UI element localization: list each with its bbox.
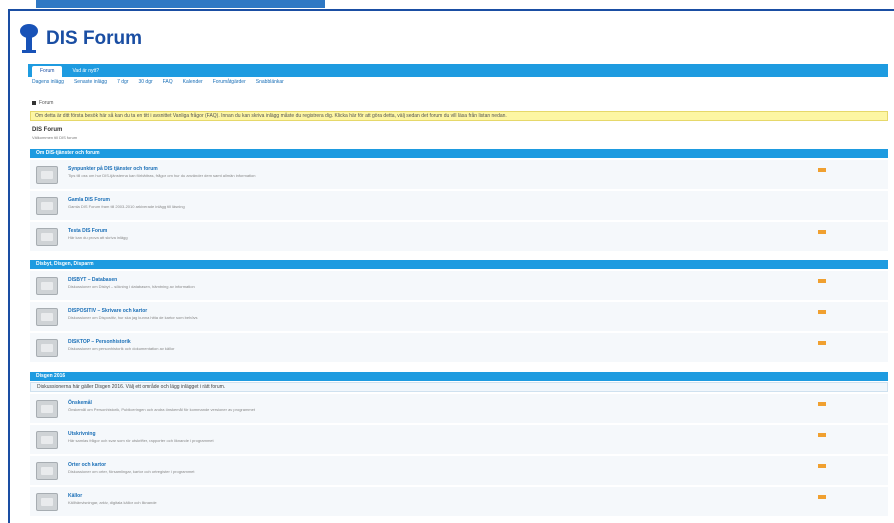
forum-row-title[interactable]: Gamla DIS Forum xyxy=(68,197,110,203)
rss-icon[interactable] xyxy=(818,279,826,283)
top-blue-tab xyxy=(36,0,325,8)
forum-row-description: Diskussioner om Dispositiv, hur ska jag … xyxy=(68,315,198,320)
welcome-notice: Om detta är ditt första besök här så kan… xyxy=(30,111,888,121)
rss-icon[interactable] xyxy=(818,310,826,314)
forum-status-icon xyxy=(36,431,58,449)
forum-row[interactable]: Utskrivning Här samlas frågor och svar s… xyxy=(30,425,888,455)
forum-row-title[interactable]: Källor xyxy=(68,493,82,499)
forum-row-description: Källhänvisningar, arkiv, digitala källor… xyxy=(68,500,157,505)
forum-row-title[interactable]: Testa DIS Forum xyxy=(68,228,107,234)
forum-status-icon xyxy=(36,339,58,357)
forum-status-icon xyxy=(36,493,58,511)
rss-icon[interactable] xyxy=(818,230,826,234)
subnav-link-quick-links[interactable]: Snabblänkar xyxy=(256,79,284,85)
rss-icon[interactable] xyxy=(818,495,826,499)
forum-status-icon xyxy=(36,228,58,246)
category-note: Diskussionerna här gäller Disgen 2016. V… xyxy=(30,382,888,392)
category-header[interactable]: Om DIS-tjänster och forum xyxy=(30,149,888,158)
forum-row-title[interactable]: Önskemål xyxy=(68,400,92,406)
subnav-link-calendar[interactable]: Kalender xyxy=(183,79,203,85)
forum-row[interactable]: Testa DIS Forum Här kan du prova att skr… xyxy=(30,222,888,252)
forum-row-description: Tips till oss om hur DIS-tjänsterna kan … xyxy=(68,173,256,178)
subnav-link-latest-posts[interactable]: Senaste inlägg xyxy=(74,79,107,85)
forum-row-title[interactable]: Orter och kartor xyxy=(68,462,106,468)
forum-row[interactable]: DISKTOP – Personhistorik Diskussioner om… xyxy=(30,333,888,363)
forum-row[interactable]: Gamla DIS Forum Gamla DIS Forum fram til… xyxy=(30,191,888,221)
forum-row-description: Gamla DIS Forum fram till 2003-2010 arki… xyxy=(68,204,185,209)
forum-title: DIS Forum xyxy=(32,127,63,133)
forum-row-description: Önskemål om Personhistorik, Publiceringe… xyxy=(68,407,255,412)
rss-icon[interactable] xyxy=(818,433,826,437)
breadcrumb-home[interactable]: Forum xyxy=(39,100,53,106)
tab-whats-new[interactable]: Vad är nytt? xyxy=(64,66,107,77)
forum-status-icon xyxy=(36,400,58,418)
forum-subtitle: Välkommen till DIS forum xyxy=(32,135,78,140)
forum-row-title[interactable]: Synpunkter på DIS tjänster och forum xyxy=(68,166,158,172)
forum-status-icon xyxy=(36,197,58,215)
forum-row-description: Diskussioner om personhistorik och dokum… xyxy=(68,346,175,351)
forum-row-description: Här kan du prova att skriva inlägg xyxy=(68,235,128,240)
rss-icon[interactable] xyxy=(818,341,826,345)
forum-status-icon xyxy=(36,308,58,326)
site-title[interactable]: DIS Forum xyxy=(46,28,142,50)
home-icon[interactable] xyxy=(32,101,36,105)
forum-row[interactable]: Synpunkter på DIS tjänster och forum Tip… xyxy=(30,160,888,190)
rss-icon[interactable] xyxy=(818,168,826,172)
forum-row-description: Diskussioner om orter, församlingar, kar… xyxy=(68,469,195,474)
category-header[interactable]: Disbyt, Disgen, Disparm xyxy=(30,260,888,269)
breadcrumb: Forum xyxy=(32,100,53,106)
subnav-link-30-days[interactable]: 30 dgr xyxy=(138,79,152,85)
forum-status-icon xyxy=(36,277,58,295)
tab-forum[interactable]: Forum xyxy=(32,66,63,77)
forum-row-title[interactable]: DISKTOP – Personhistorik xyxy=(68,339,131,345)
tree-logo-icon[interactable] xyxy=(18,24,40,54)
forum-status-icon xyxy=(36,462,58,480)
sub-navbar: Dagens inlägg Senaste inlägg 7 dgr 30 dg… xyxy=(32,79,284,85)
rss-icon[interactable] xyxy=(818,402,826,406)
subnav-link-forum-actions[interactable]: Forumåtgärder xyxy=(213,79,246,85)
forum-row-description: Här samlas frågor och svar som rör utskr… xyxy=(68,438,214,443)
forum-status-icon xyxy=(36,166,58,184)
category-header[interactable]: Disgen 2016 xyxy=(30,372,888,381)
forum-row[interactable]: DISPOSITIV – Skrivare och kartor Diskuss… xyxy=(30,302,888,332)
site-header: DIS Forum xyxy=(18,22,142,56)
forum-row[interactable]: Önskemål Önskemål om Personhistorik, Pub… xyxy=(30,394,888,424)
forum-row[interactable]: DISBYT – Databasen Diskussioner om Disby… xyxy=(30,271,888,301)
forum-row-title[interactable]: Utskrivning xyxy=(68,431,96,437)
forum-row[interactable]: Orter och kartor Diskussioner om orter, … xyxy=(30,456,888,486)
subnav-link-faq[interactable]: FAQ xyxy=(163,79,173,85)
subnav-link-7-days[interactable]: 7 dgr xyxy=(117,79,128,85)
rss-icon[interactable] xyxy=(818,464,826,468)
forum-row[interactable]: Källor Källhänvisningar, arkiv, digitala… xyxy=(30,487,888,517)
forum-row-description: Diskussioner om Disbyt – sökning i datab… xyxy=(68,284,195,289)
forum-row-title[interactable]: DISPOSITIV – Skrivare och kartor xyxy=(68,308,147,314)
main-navbar: Forum Vad är nytt? xyxy=(28,64,888,77)
subnav-link-todays-posts[interactable]: Dagens inlägg xyxy=(32,79,64,85)
forum-row-title[interactable]: DISBYT – Databasen xyxy=(68,277,117,283)
